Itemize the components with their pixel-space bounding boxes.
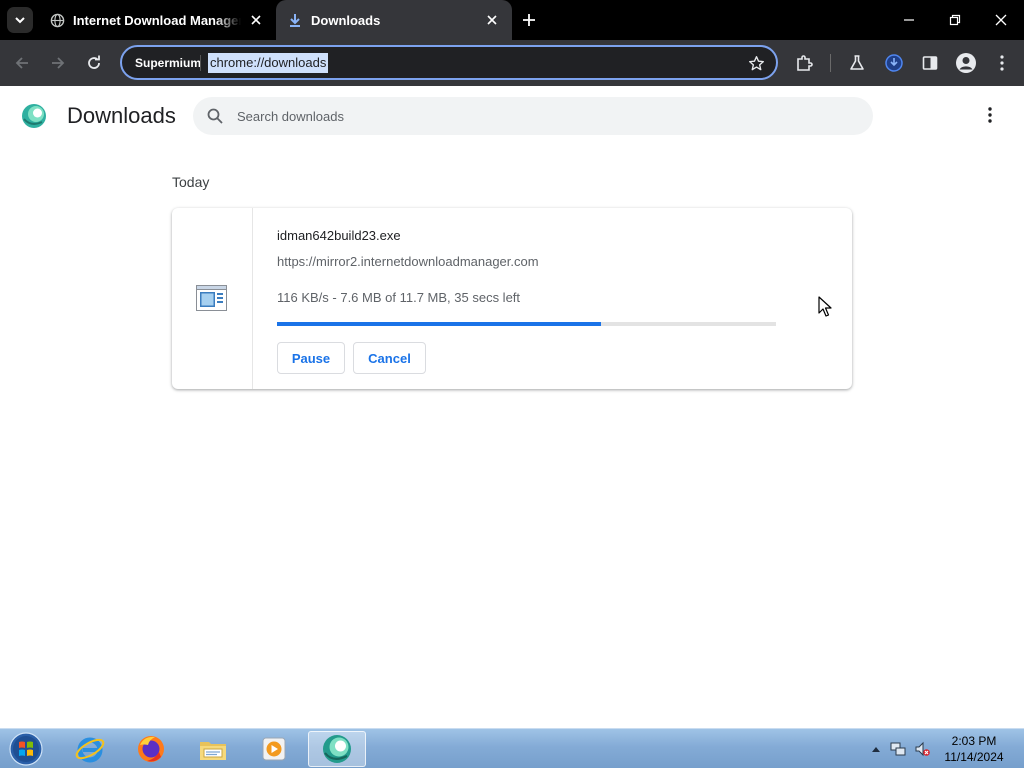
idm-extension-icon	[885, 54, 903, 72]
download-item: idman642build23.exe https://mirror2.inte…	[172, 208, 852, 389]
file-name[interactable]: idman642build23.exe	[277, 228, 401, 243]
address-bar[interactable]: Supermium chrome://downloads	[120, 45, 778, 80]
download-status: 116 KB/s - 7.6 MB of 11.7 MB, 35 secs le…	[277, 290, 521, 305]
taskbar-media-player[interactable]	[245, 731, 303, 767]
tab-strip: Internet Download Manager is Downloads	[0, 0, 1024, 40]
windows-taskbar: 2:03 PM 11/14/2024	[0, 728, 1024, 768]
bookmark-star-icon[interactable]	[746, 53, 766, 73]
show-hidden-icons-button[interactable]	[868, 741, 884, 757]
idm-extension-button[interactable]	[882, 51, 906, 75]
internet-explorer-icon	[75, 737, 105, 763]
clock-time: 2:03 PM	[951, 734, 997, 748]
date-section-label: Today	[172, 174, 210, 190]
account-icon	[956, 53, 976, 73]
puzzle-icon	[797, 55, 813, 71]
minimize-button[interactable]	[898, 9, 920, 31]
volume-tray-button[interactable]	[914, 741, 930, 757]
more-vertical-icon	[988, 107, 992, 123]
download-icon	[287, 12, 303, 28]
system-clock[interactable]: 2:03 PM 11/14/2024	[938, 733, 1010, 765]
labs-button[interactable]	[845, 51, 869, 75]
arrow-left-icon	[15, 57, 28, 69]
chevron-down-icon	[15, 17, 25, 24]
taskbar-file-explorer[interactable]	[184, 731, 242, 767]
browser-menu-button[interactable]	[990, 51, 1014, 75]
plus-icon	[523, 14, 535, 26]
more-vertical-icon	[1000, 55, 1004, 71]
downloads-menu-button[interactable]	[980, 105, 1000, 125]
browser-toolbar: Supermium chrome://downloads	[0, 40, 1024, 86]
side-panel-button[interactable]	[918, 51, 942, 75]
network-tray-button[interactable]	[890, 741, 906, 757]
arrow-right-icon	[52, 57, 65, 69]
profile-button[interactable]	[954, 51, 978, 75]
tab-idm[interactable]: Internet Download Manager is	[40, 0, 272, 40]
taskbar-internet-explorer[interactable]	[61, 731, 119, 767]
chevron-up-icon	[872, 747, 880, 752]
file-explorer-icon	[200, 742, 226, 760]
file-icon-column	[172, 208, 253, 389]
search-input[interactable]	[237, 97, 837, 135]
close-icon	[995, 14, 1007, 26]
reload-icon	[88, 55, 100, 69]
tab-title: Internet Download Manager is	[73, 12, 241, 28]
cancel-button[interactable]: Cancel	[353, 342, 426, 374]
tab-downloads[interactable]: Downloads	[276, 0, 512, 40]
downloads-page: Downloads Today idman642build23.exe http…	[0, 86, 1024, 728]
globe-icon	[49, 12, 65, 28]
taskbar-supermium[interactable]	[308, 731, 366, 767]
network-icon	[890, 742, 906, 756]
pause-button[interactable]: Pause	[277, 342, 345, 374]
volume-muted-icon	[915, 741, 930, 757]
taskbar-firefox[interactable]	[122, 731, 180, 767]
page-title: Downloads	[67, 103, 176, 128]
browser-icon	[323, 735, 351, 763]
chip-divider	[200, 55, 201, 71]
restore-button[interactable]	[944, 9, 966, 31]
new-tab-button[interactable]	[520, 11, 538, 29]
source-url[interactable]: https://mirror2.internetdownloadmanager.…	[277, 254, 539, 269]
media-player-icon	[262, 737, 286, 761]
progress-fill	[277, 322, 602, 326]
mouse-cursor-icon	[818, 296, 832, 317]
start-button[interactable]	[6, 731, 46, 767]
supermium-logo-icon	[22, 104, 46, 128]
clock-date: 11/14/2024	[944, 750, 1004, 764]
close-icon[interactable]	[248, 12, 264, 28]
back-button[interactable]	[10, 51, 34, 75]
close-icon[interactable]	[484, 12, 500, 28]
tab-title: Downloads	[311, 12, 381, 28]
profile-chip[interactable]: Supermium	[129, 53, 207, 73]
progress-bar	[277, 322, 776, 326]
search-box[interactable]	[193, 97, 873, 135]
flask-icon	[850, 55, 864, 70]
search-icon	[207, 108, 223, 124]
minimize-icon	[904, 19, 914, 21]
extensions-button[interactable]	[792, 51, 816, 75]
restore-icon	[949, 14, 961, 26]
url-text[interactable]: chrome://downloads	[208, 53, 329, 73]
reload-button[interactable]	[82, 51, 106, 75]
tab-search-button[interactable]	[7, 7, 33, 33]
forward-button[interactable]	[46, 51, 70, 75]
side-panel-icon	[922, 56, 938, 70]
close-window-button[interactable]	[990, 9, 1012, 31]
exe-file-icon	[196, 285, 227, 311]
toolbar-divider	[830, 54, 831, 72]
firefox-icon	[138, 736, 164, 762]
